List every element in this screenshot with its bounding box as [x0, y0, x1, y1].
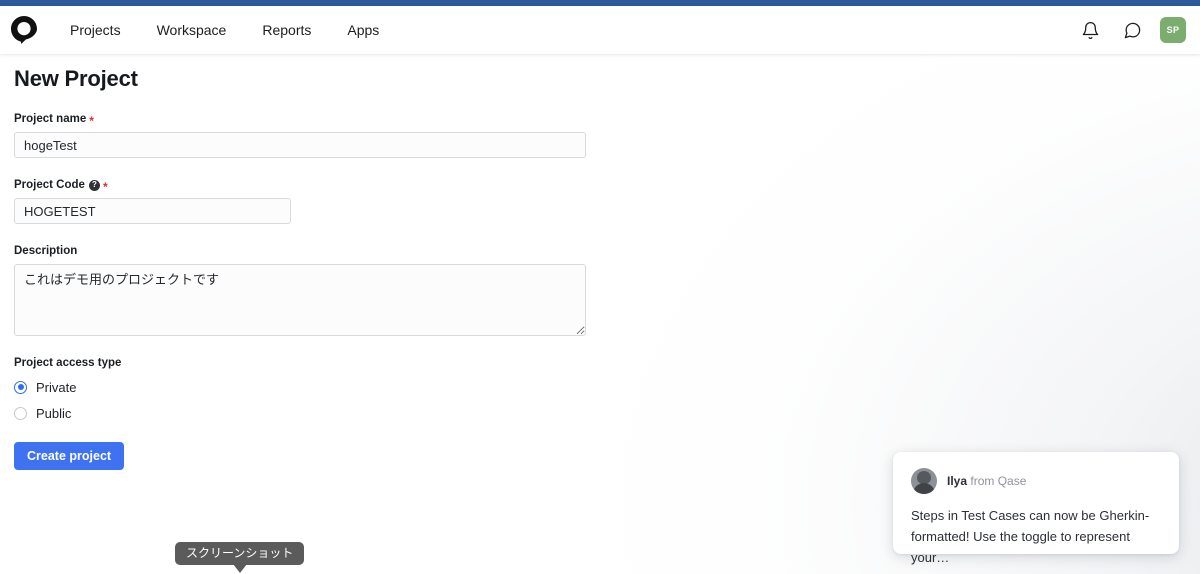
qase-logo[interactable]	[6, 12, 42, 48]
notification-popup[interactable]: Ilya from Qase Steps in Test Cases can n…	[893, 452, 1179, 565]
page-title: New Project	[14, 66, 138, 91]
radio-private-label: Private	[36, 379, 77, 395]
user-avatar[interactable]: SP	[1160, 17, 1186, 43]
help-circle-icon[interactable]: ?	[88, 179, 100, 191]
screenshot-tooltip: スクリーンショット	[175, 542, 305, 573]
notification-sender-suffix: from Qase	[970, 474, 1027, 488]
access-type-label-text: Project access type	[14, 357, 122, 369]
description-label-text: Description	[14, 245, 78, 257]
radio-public-mark[interactable]	[14, 406, 27, 420]
main-content: New Project Project name * Project Code …	[0, 54, 1200, 470]
tooltip-box: スクリーンショット	[175, 542, 305, 565]
app-header: Projects Workspace Reports Apps SP	[0, 6, 1200, 54]
notification-sender: Ilya from Qase	[947, 474, 1026, 488]
description-textarea[interactable]	[14, 264, 586, 336]
radio-public-label: Public	[36, 405, 72, 421]
project-code-label: Project Code ? *	[14, 178, 1186, 194]
sender-avatar	[911, 468, 937, 494]
project-code-label-text: Project Code	[14, 179, 85, 191]
radio-option-private[interactable]: Private	[14, 376, 1186, 398]
project-code-input[interactable]	[14, 198, 291, 224]
field-description: Description	[14, 244, 1186, 336]
notification-header: Ilya from Qase	[911, 468, 1161, 494]
nav-item-projects[interactable]: Projects	[52, 6, 139, 54]
radio-option-public[interactable]: Public	[14, 402, 1186, 424]
create-project-button[interactable]: Create project	[14, 442, 125, 470]
nav-item-apps[interactable]: Apps	[329, 6, 397, 54]
field-project-code: Project Code ? *	[14, 178, 1186, 224]
nav-item-workspace[interactable]: Workspace	[139, 6, 245, 54]
tooltip-arrow	[232, 564, 247, 573]
chat-bubble-icon[interactable]	[1118, 16, 1146, 44]
required-asterisk: *	[89, 114, 94, 128]
description-label: Description	[14, 244, 1186, 258]
project-name-label: Project name *	[14, 112, 1186, 128]
bell-icon[interactable]	[1076, 16, 1104, 44]
field-access-type: Project access type Private Public	[14, 356, 1186, 424]
project-name-input[interactable]	[14, 132, 586, 158]
access-type-label: Project access type	[14, 356, 1186, 370]
field-project-name: Project name *	[14, 112, 1186, 158]
nav-item-reports[interactable]: Reports	[244, 6, 329, 54]
radio-private-mark[interactable]	[14, 380, 27, 394]
header-actions: SP	[1076, 6, 1186, 54]
main-navigation: Projects Workspace Reports Apps	[52, 6, 397, 54]
required-asterisk: *	[102, 180, 108, 194]
notification-message: Steps in Test Cases can now be Gherkin-f…	[911, 508, 1150, 565]
notification-sender-name: Ilya	[947, 474, 968, 488]
project-name-label-text: Project name	[14, 113, 87, 125]
